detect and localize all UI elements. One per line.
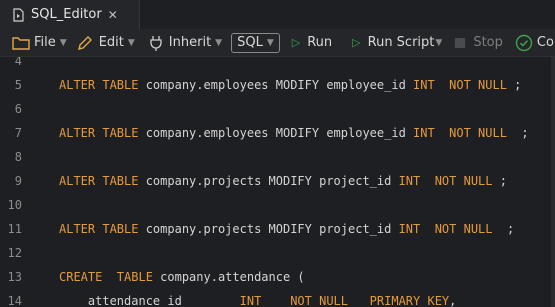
line-number: 4 xyxy=(14,57,22,68)
pencil-icon xyxy=(77,35,92,50)
line-number: 9 xyxy=(14,174,22,188)
chevron-down-icon: ▼ xyxy=(435,37,443,48)
edit-menu[interactable]: Edit ▼ xyxy=(77,29,135,56)
plug-icon xyxy=(150,35,162,51)
run-script-label: Run Script xyxy=(367,35,435,50)
run-button-label: Run xyxy=(307,35,333,50)
line-number: 6 xyxy=(14,102,22,116)
chevron-down-icon: ▼ xyxy=(127,37,135,48)
line-number: 11 xyxy=(7,222,22,236)
file-icon xyxy=(13,7,24,22)
edit-menu-label: Edit xyxy=(98,35,124,50)
close-icon[interactable]: ✕ xyxy=(108,8,118,22)
tab-sql-editor[interactable]: SQL_Editor ✕ xyxy=(0,0,140,29)
tab-bar: SQL_Editor ✕ xyxy=(0,0,555,29)
language-select-value: SQL xyxy=(237,35,263,50)
code-line: ALTER TABLE company.projects MODIFY proj… xyxy=(59,174,507,188)
chevron-down-icon: ▼ xyxy=(59,37,67,48)
inherit-menu[interactable]: Inherit ▼ xyxy=(149,29,222,56)
line-number-gutter: 4 5 6 7 8 9 10 11 12 13 14 xyxy=(0,57,42,307)
check-circle-icon xyxy=(515,34,533,51)
code-line: ALTER TABLE company.projects MODIFY proj… xyxy=(59,222,515,236)
play-icon: ▷ xyxy=(352,36,361,49)
stop-button[interactable]: Stop xyxy=(455,29,503,56)
inherit-menu-label: Inherit xyxy=(168,35,212,50)
commit-button-label: Com xyxy=(536,35,555,50)
stop-button-label: Stop xyxy=(473,35,503,50)
line-number: 7 xyxy=(14,126,22,140)
toolbar: File ▼ Edit ▼ Inherit ▼ SQL ▼ ▷ Run ▷ Ru… xyxy=(0,29,555,57)
folder-icon xyxy=(12,36,30,50)
stop-icon xyxy=(455,37,466,48)
chevron-down-icon: ▼ xyxy=(215,37,223,48)
code-line: ALTER TABLE company.employees MODIFY emp… xyxy=(59,78,522,92)
code-line: attendance_id INT NOT NULL PRIMARY KEY, xyxy=(59,294,457,307)
language-select[interactable]: SQL ▼ xyxy=(231,29,280,56)
language-select-box[interactable]: SQL ▼ xyxy=(231,32,280,53)
vertical-scrollbar[interactable] xyxy=(551,57,555,307)
code-line: ALTER TABLE company.employees MODIFY emp… xyxy=(59,126,529,140)
line-number: 8 xyxy=(14,150,22,164)
commit-button[interactable]: Com xyxy=(515,29,555,56)
code-editor[interactable]: 4 5 6 7 8 9 10 11 12 13 14 ALTER TABLE c… xyxy=(0,57,555,307)
line-number: 13 xyxy=(7,270,22,284)
line-number: 10 xyxy=(7,198,22,212)
run-button[interactable]: ▷ Run xyxy=(292,29,332,56)
tab-title: SQL_Editor xyxy=(31,7,102,22)
line-number: 5 xyxy=(14,78,22,92)
file-menu-label: File xyxy=(34,35,56,50)
chevron-down-icon: ▼ xyxy=(266,37,274,48)
line-number: 12 xyxy=(7,246,22,260)
play-icon: ▷ xyxy=(291,36,301,49)
line-number: 14 xyxy=(7,294,22,307)
code-line: CREATE TABLE company.attendance ( xyxy=(59,270,305,284)
file-menu[interactable]: File ▼ xyxy=(12,29,67,56)
run-script-button[interactable]: ▷ Run Script ▼ xyxy=(352,29,442,56)
